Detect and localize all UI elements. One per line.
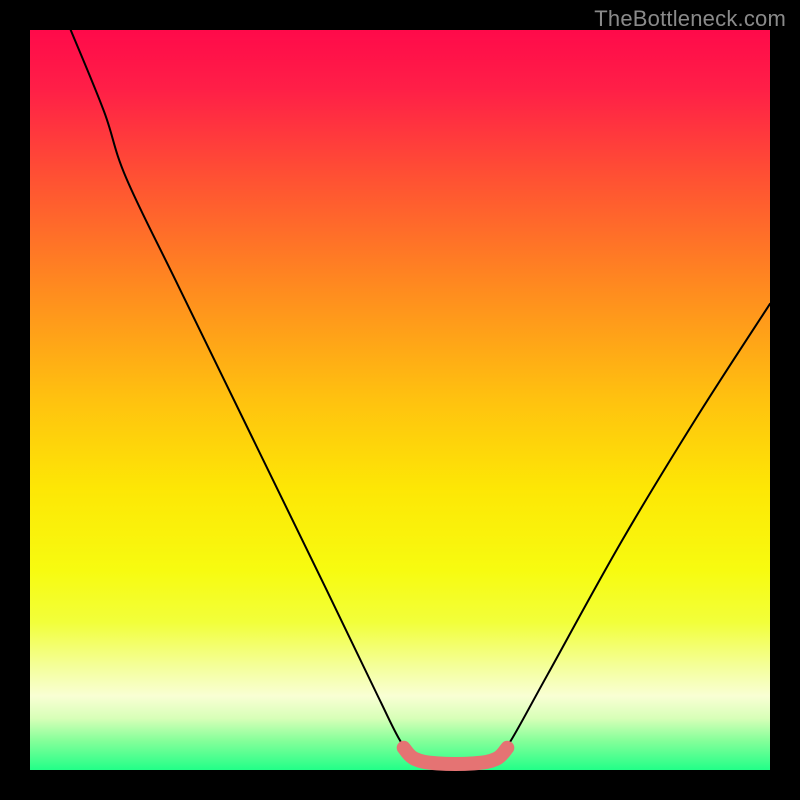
watermark-text: TheBottleneck.com [594,6,786,32]
chart-background [30,30,770,770]
chart-svg [0,0,800,800]
bottleneck-chart: TheBottleneck.com [0,0,800,800]
